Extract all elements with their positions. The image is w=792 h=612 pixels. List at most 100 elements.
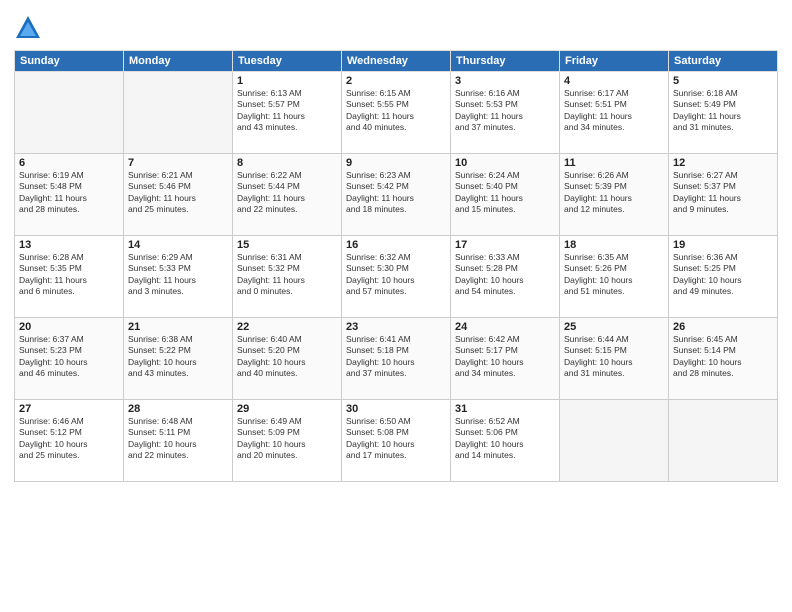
day-info: Sunrise: 6:26 AM Sunset: 5:39 PM Dayligh…	[564, 170, 664, 216]
day-number: 31	[455, 403, 555, 415]
calendar-cell: 7Sunrise: 6:21 AM Sunset: 5:46 PM Daylig…	[124, 154, 233, 236]
calendar-cell: 15Sunrise: 6:31 AM Sunset: 5:32 PM Dayli…	[233, 236, 342, 318]
day-info: Sunrise: 6:16 AM Sunset: 5:53 PM Dayligh…	[455, 88, 555, 134]
day-number: 18	[564, 239, 664, 251]
day-number: 7	[128, 157, 228, 169]
day-number: 19	[673, 239, 773, 251]
calendar-cell: 4Sunrise: 6:17 AM Sunset: 5:51 PM Daylig…	[560, 72, 669, 154]
calendar-cell: 5Sunrise: 6:18 AM Sunset: 5:49 PM Daylig…	[669, 72, 778, 154]
day-number: 25	[564, 321, 664, 333]
calendar-cell: 2Sunrise: 6:15 AM Sunset: 5:55 PM Daylig…	[342, 72, 451, 154]
day-number: 1	[237, 75, 337, 87]
day-info: Sunrise: 6:32 AM Sunset: 5:30 PM Dayligh…	[346, 252, 446, 298]
day-info: Sunrise: 6:31 AM Sunset: 5:32 PM Dayligh…	[237, 252, 337, 298]
day-number: 13	[19, 239, 119, 251]
calendar-cell: 11Sunrise: 6:26 AM Sunset: 5:39 PM Dayli…	[560, 154, 669, 236]
calendar-cell: 1Sunrise: 6:13 AM Sunset: 5:57 PM Daylig…	[233, 72, 342, 154]
day-info: Sunrise: 6:36 AM Sunset: 5:25 PM Dayligh…	[673, 252, 773, 298]
day-number: 6	[19, 157, 119, 169]
day-number: 9	[346, 157, 446, 169]
day-info: Sunrise: 6:48 AM Sunset: 5:11 PM Dayligh…	[128, 416, 228, 462]
day-number: 26	[673, 321, 773, 333]
header	[14, 10, 778, 42]
day-info: Sunrise: 6:33 AM Sunset: 5:28 PM Dayligh…	[455, 252, 555, 298]
calendar-cell: 27Sunrise: 6:46 AM Sunset: 5:12 PM Dayli…	[15, 400, 124, 482]
week-row-5: 27Sunrise: 6:46 AM Sunset: 5:12 PM Dayli…	[15, 400, 778, 482]
weekday-header-thursday: Thursday	[451, 51, 560, 72]
week-row-2: 6Sunrise: 6:19 AM Sunset: 5:48 PM Daylig…	[15, 154, 778, 236]
calendar-cell: 13Sunrise: 6:28 AM Sunset: 5:35 PM Dayli…	[15, 236, 124, 318]
day-number: 8	[237, 157, 337, 169]
day-number: 3	[455, 75, 555, 87]
day-number: 21	[128, 321, 228, 333]
day-info: Sunrise: 6:41 AM Sunset: 5:18 PM Dayligh…	[346, 334, 446, 380]
week-row-1: 1Sunrise: 6:13 AM Sunset: 5:57 PM Daylig…	[15, 72, 778, 154]
calendar-cell: 22Sunrise: 6:40 AM Sunset: 5:20 PM Dayli…	[233, 318, 342, 400]
day-info: Sunrise: 6:27 AM Sunset: 5:37 PM Dayligh…	[673, 170, 773, 216]
day-info: Sunrise: 6:35 AM Sunset: 5:26 PM Dayligh…	[564, 252, 664, 298]
day-info: Sunrise: 6:52 AM Sunset: 5:06 PM Dayligh…	[455, 416, 555, 462]
calendar-cell: 8Sunrise: 6:22 AM Sunset: 5:44 PM Daylig…	[233, 154, 342, 236]
day-number: 22	[237, 321, 337, 333]
calendar-cell: 31Sunrise: 6:52 AM Sunset: 5:06 PM Dayli…	[451, 400, 560, 482]
week-row-4: 20Sunrise: 6:37 AM Sunset: 5:23 PM Dayli…	[15, 318, 778, 400]
day-info: Sunrise: 6:37 AM Sunset: 5:23 PM Dayligh…	[19, 334, 119, 380]
day-info: Sunrise: 6:44 AM Sunset: 5:15 PM Dayligh…	[564, 334, 664, 380]
calendar-cell: 18Sunrise: 6:35 AM Sunset: 5:26 PM Dayli…	[560, 236, 669, 318]
day-info: Sunrise: 6:45 AM Sunset: 5:14 PM Dayligh…	[673, 334, 773, 380]
calendar-cell: 6Sunrise: 6:19 AM Sunset: 5:48 PM Daylig…	[15, 154, 124, 236]
day-info: Sunrise: 6:17 AM Sunset: 5:51 PM Dayligh…	[564, 88, 664, 134]
day-number: 2	[346, 75, 446, 87]
day-info: Sunrise: 6:28 AM Sunset: 5:35 PM Dayligh…	[19, 252, 119, 298]
day-info: Sunrise: 6:46 AM Sunset: 5:12 PM Dayligh…	[19, 416, 119, 462]
day-number: 10	[455, 157, 555, 169]
calendar-cell: 12Sunrise: 6:27 AM Sunset: 5:37 PM Dayli…	[669, 154, 778, 236]
day-info: Sunrise: 6:13 AM Sunset: 5:57 PM Dayligh…	[237, 88, 337, 134]
day-info: Sunrise: 6:18 AM Sunset: 5:49 PM Dayligh…	[673, 88, 773, 134]
weekday-header-friday: Friday	[560, 51, 669, 72]
weekday-header-wednesday: Wednesday	[342, 51, 451, 72]
calendar-cell: 24Sunrise: 6:42 AM Sunset: 5:17 PM Dayli…	[451, 318, 560, 400]
calendar-cell: 21Sunrise: 6:38 AM Sunset: 5:22 PM Dayli…	[124, 318, 233, 400]
day-info: Sunrise: 6:19 AM Sunset: 5:48 PM Dayligh…	[19, 170, 119, 216]
day-info: Sunrise: 6:23 AM Sunset: 5:42 PM Dayligh…	[346, 170, 446, 216]
day-number: 15	[237, 239, 337, 251]
day-info: Sunrise: 6:38 AM Sunset: 5:22 PM Dayligh…	[128, 334, 228, 380]
day-number: 11	[564, 157, 664, 169]
page: SundayMondayTuesdayWednesdayThursdayFrid…	[0, 0, 792, 612]
day-info: Sunrise: 6:15 AM Sunset: 5:55 PM Dayligh…	[346, 88, 446, 134]
day-number: 5	[673, 75, 773, 87]
day-number: 27	[19, 403, 119, 415]
day-info: Sunrise: 6:49 AM Sunset: 5:09 PM Dayligh…	[237, 416, 337, 462]
weekday-header-tuesday: Tuesday	[233, 51, 342, 72]
calendar-cell: 26Sunrise: 6:45 AM Sunset: 5:14 PM Dayli…	[669, 318, 778, 400]
day-info: Sunrise: 6:42 AM Sunset: 5:17 PM Dayligh…	[455, 334, 555, 380]
calendar-cell: 23Sunrise: 6:41 AM Sunset: 5:18 PM Dayli…	[342, 318, 451, 400]
weekday-header-monday: Monday	[124, 51, 233, 72]
day-number: 20	[19, 321, 119, 333]
weekday-header-saturday: Saturday	[669, 51, 778, 72]
day-number: 30	[346, 403, 446, 415]
calendar-cell: 28Sunrise: 6:48 AM Sunset: 5:11 PM Dayli…	[124, 400, 233, 482]
day-number: 24	[455, 321, 555, 333]
day-number: 23	[346, 321, 446, 333]
calendar-cell: 19Sunrise: 6:36 AM Sunset: 5:25 PM Dayli…	[669, 236, 778, 318]
day-info: Sunrise: 6:24 AM Sunset: 5:40 PM Dayligh…	[455, 170, 555, 216]
day-info: Sunrise: 6:22 AM Sunset: 5:44 PM Dayligh…	[237, 170, 337, 216]
calendar-cell: 20Sunrise: 6:37 AM Sunset: 5:23 PM Dayli…	[15, 318, 124, 400]
weekday-header-row: SundayMondayTuesdayWednesdayThursdayFrid…	[15, 51, 778, 72]
calendar-cell: 16Sunrise: 6:32 AM Sunset: 5:30 PM Dayli…	[342, 236, 451, 318]
day-number: 29	[237, 403, 337, 415]
calendar-cell	[15, 72, 124, 154]
calendar-cell	[669, 400, 778, 482]
logo-icon	[14, 14, 42, 42]
day-number: 17	[455, 239, 555, 251]
calendar-cell: 25Sunrise: 6:44 AM Sunset: 5:15 PM Dayli…	[560, 318, 669, 400]
calendar-cell	[124, 72, 233, 154]
calendar: SundayMondayTuesdayWednesdayThursdayFrid…	[14, 50, 778, 482]
week-row-3: 13Sunrise: 6:28 AM Sunset: 5:35 PM Dayli…	[15, 236, 778, 318]
calendar-cell: 29Sunrise: 6:49 AM Sunset: 5:09 PM Dayli…	[233, 400, 342, 482]
weekday-header-sunday: Sunday	[15, 51, 124, 72]
calendar-cell	[560, 400, 669, 482]
day-info: Sunrise: 6:29 AM Sunset: 5:33 PM Dayligh…	[128, 252, 228, 298]
